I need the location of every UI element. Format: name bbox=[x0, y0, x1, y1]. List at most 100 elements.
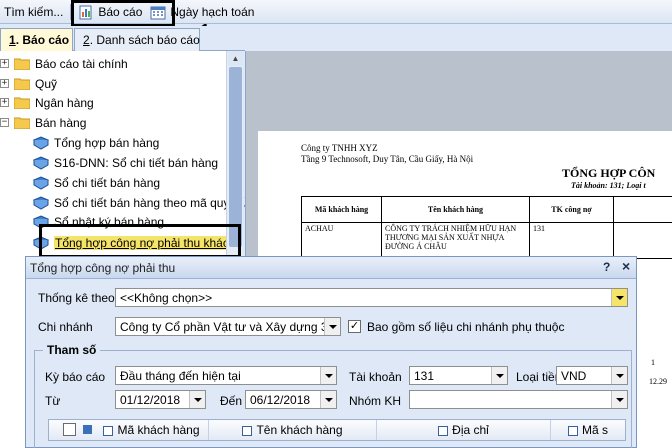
period-value: Đầu tháng đến hiện tại bbox=[120, 369, 241, 383]
cell-customer-name: CÔNG TY TRÁCH NHIỆM HỮU HẠN THƯƠNG MẠI S… bbox=[381, 222, 530, 259]
to-date-input[interactable]: 06/12/2018 bbox=[245, 390, 337, 409]
scrollbar-thumb[interactable] bbox=[229, 67, 242, 247]
tab-report-list-label: . Danh sách báo cáo bbox=[89, 33, 200, 47]
report-book-icon bbox=[33, 155, 49, 170]
tree-item-label: Sổ chi tiết bán hàng theo mã quy bbox=[54, 195, 226, 210]
tree-item-cash[interactable]: + Quỹ bbox=[0, 74, 57, 93]
branch-label: Chi nhánh bbox=[38, 320, 93, 334]
tab-reports-label: . Báo cáo bbox=[15, 33, 70, 47]
dialog-titlebar[interactable]: Tổng hợp công nợ phải thu ? × bbox=[26, 257, 636, 279]
dropdown-arrow-icon[interactable] bbox=[611, 367, 627, 384]
col-header-label: Địa chỉ bbox=[452, 423, 489, 437]
tree-item-s16-dnn[interactable]: S16-DNN: Sổ chi tiết bán hàng bbox=[33, 153, 218, 172]
search-label: Tìm kiếm... bbox=[4, 4, 64, 19]
annotation-box-2 bbox=[39, 224, 241, 258]
tab-reports[interactable]: 1. Báo cáo bbox=[0, 28, 73, 51]
from-date-value: 01/12/2018 bbox=[120, 393, 181, 407]
accounting-date-label: Ngày hạch toán bbox=[170, 4, 255, 19]
help-button[interactable]: ? bbox=[603, 260, 610, 274]
scroll-up-icon[interactable]: ▲ bbox=[228, 51, 243, 66]
tree-item-label: Tổng hợp bán hàng bbox=[54, 135, 160, 150]
to-label: Đến bbox=[220, 394, 243, 408]
col-header-tax-code[interactable]: Mã s bbox=[551, 420, 625, 440]
dialog-title: Tổng hợp công nợ phải thu bbox=[30, 261, 176, 275]
report-book-icon bbox=[33, 195, 49, 210]
cell-customer-code: ACHAU bbox=[301, 222, 382, 259]
col-customer-name: Tên khách hàng bbox=[381, 196, 530, 223]
from-date-input[interactable]: 01/12/2018 bbox=[115, 390, 206, 409]
currency-label: Loại tiền bbox=[516, 370, 562, 384]
include-branch-checkbox[interactable]: ✓ bbox=[348, 320, 361, 333]
folder-icon bbox=[14, 78, 30, 90]
close-button[interactable]: × bbox=[622, 258, 630, 274]
dropdown-arrow-icon[interactable] bbox=[324, 318, 340, 335]
currency-select[interactable]: VND bbox=[556, 366, 628, 385]
company-name: Công ty TNHH XYZ bbox=[301, 143, 378, 153]
dropdown-arrow-icon[interactable] bbox=[320, 367, 336, 384]
customer-group-select[interactable] bbox=[409, 390, 628, 409]
collapse-icon[interactable]: − bbox=[0, 118, 9, 127]
calendar-dropdown-icon[interactable] bbox=[189, 391, 205, 408]
customer-group-label: Nhóm KH bbox=[349, 394, 402, 408]
expand-icon[interactable]: + bbox=[0, 98, 9, 107]
select-all-checkbox[interactable] bbox=[63, 423, 76, 436]
stat-by-select[interactable]: <<Không chọn>> bbox=[115, 288, 628, 307]
cell-extra bbox=[613, 222, 672, 259]
col-header-label: Tên khách hàng bbox=[256, 423, 343, 437]
report-table: Mã khách hàng Tên khách hàng TK công nợ … bbox=[301, 196, 672, 259]
stat-by-value: <<Không chọn>> bbox=[120, 291, 213, 305]
params-title: Tham số bbox=[43, 343, 101, 357]
folder-icon bbox=[14, 58, 30, 70]
tree-item-bank[interactable]: + Ngân hàng bbox=[0, 93, 94, 112]
tab-report-list[interactable]: 2. Danh sách báo cáo bbox=[74, 28, 200, 51]
cell-debt-account: 131 bbox=[529, 222, 614, 259]
tree-item-label: Bán hàng bbox=[35, 115, 87, 130]
report-title: TỔNG HỢP CÔN bbox=[562, 166, 656, 180]
col-header-address[interactable]: Địa chỉ bbox=[377, 420, 551, 440]
annotation-box-1 bbox=[71, 0, 175, 27]
folder-open-icon bbox=[14, 117, 30, 129]
dropdown-arrow-icon[interactable] bbox=[611, 391, 627, 408]
report-tabs: 1. Báo cáo 2. Danh sách báo cáo bbox=[0, 26, 245, 51]
tree-item-sales[interactable]: − Bán hàng bbox=[0, 113, 86, 132]
col-header-customer-code[interactable]: Mã khách hàng bbox=[95, 420, 209, 440]
tree-item-sales-detail-by-code[interactable]: Sổ chi tiết bán hàng theo mã quy bbox=[33, 193, 226, 212]
col-extra bbox=[613, 196, 672, 223]
filter-icon[interactable] bbox=[438, 425, 449, 436]
period-select[interactable]: Đầu tháng đến hiện tại bbox=[115, 366, 337, 385]
include-branch-label: Bao gồm số liệu chi nhánh phụ thuộc bbox=[367, 320, 565, 334]
expand-icon[interactable]: + bbox=[0, 59, 9, 68]
col-header-label: Mã s bbox=[581, 423, 608, 437]
tree-item-label: Ngân hàng bbox=[35, 95, 94, 110]
tree-item-label: S16-DNN: Sổ chi tiết bán hàng bbox=[54, 155, 219, 170]
tab-report-list-key: 2 bbox=[83, 33, 90, 47]
receivables-summary-dialog: Tổng hợp công nợ phải thu ? × Thống kê t… bbox=[25, 256, 637, 448]
report-book-icon bbox=[33, 175, 49, 190]
dropdown-arrow-icon[interactable] bbox=[491, 367, 507, 384]
filter-icon[interactable] bbox=[83, 425, 92, 434]
tree-item-sales-summary[interactable]: Tổng hợp bán hàng bbox=[33, 133, 159, 152]
report-subtitle: Tài khoản: 131; Loại t bbox=[571, 181, 646, 190]
tree-item-label: Quỹ bbox=[35, 76, 58, 91]
period-label: Kỳ báo cáo bbox=[45, 370, 106, 384]
currency-value: VND bbox=[561, 369, 587, 383]
filter-icon[interactable] bbox=[242, 425, 253, 436]
preview-side-number: 12.29 bbox=[649, 377, 667, 386]
to-date-value: 06/12/2018 bbox=[250, 393, 311, 407]
tree-item-sales-detail[interactable]: Sổ chi tiết bán hàng bbox=[33, 173, 160, 192]
branch-select[interactable]: Công ty Cổ phần Vật tư và Xây dựng 36 bbox=[115, 317, 341, 336]
tree-item-label: Báo cáo tài chính bbox=[35, 56, 128, 71]
account-value: 131 bbox=[414, 369, 435, 383]
filter-icon[interactable] bbox=[567, 425, 578, 436]
tab-reports-key: 1 bbox=[9, 33, 16, 47]
expand-icon[interactable]: + bbox=[0, 79, 9, 88]
calendar-dropdown-icon[interactable] bbox=[320, 391, 336, 408]
col-header-customer-name[interactable]: Tên khách hàng bbox=[209, 420, 377, 440]
filter-icon[interactable] bbox=[103, 425, 114, 436]
customer-grid-header: Mã khách hàng Tên khách hàng Địa chỉ Mã … bbox=[48, 419, 626, 441]
tree-item-financial-reports[interactable]: + Báo cáo tài chính bbox=[0, 54, 128, 73]
dropdown-arrow-icon[interactable] bbox=[611, 289, 627, 306]
account-select[interactable]: 131 bbox=[409, 366, 508, 385]
search-button[interactable]: Tìm kiếm... bbox=[0, 1, 67, 23]
col-customer-code: Mã khách hàng bbox=[301, 196, 382, 223]
